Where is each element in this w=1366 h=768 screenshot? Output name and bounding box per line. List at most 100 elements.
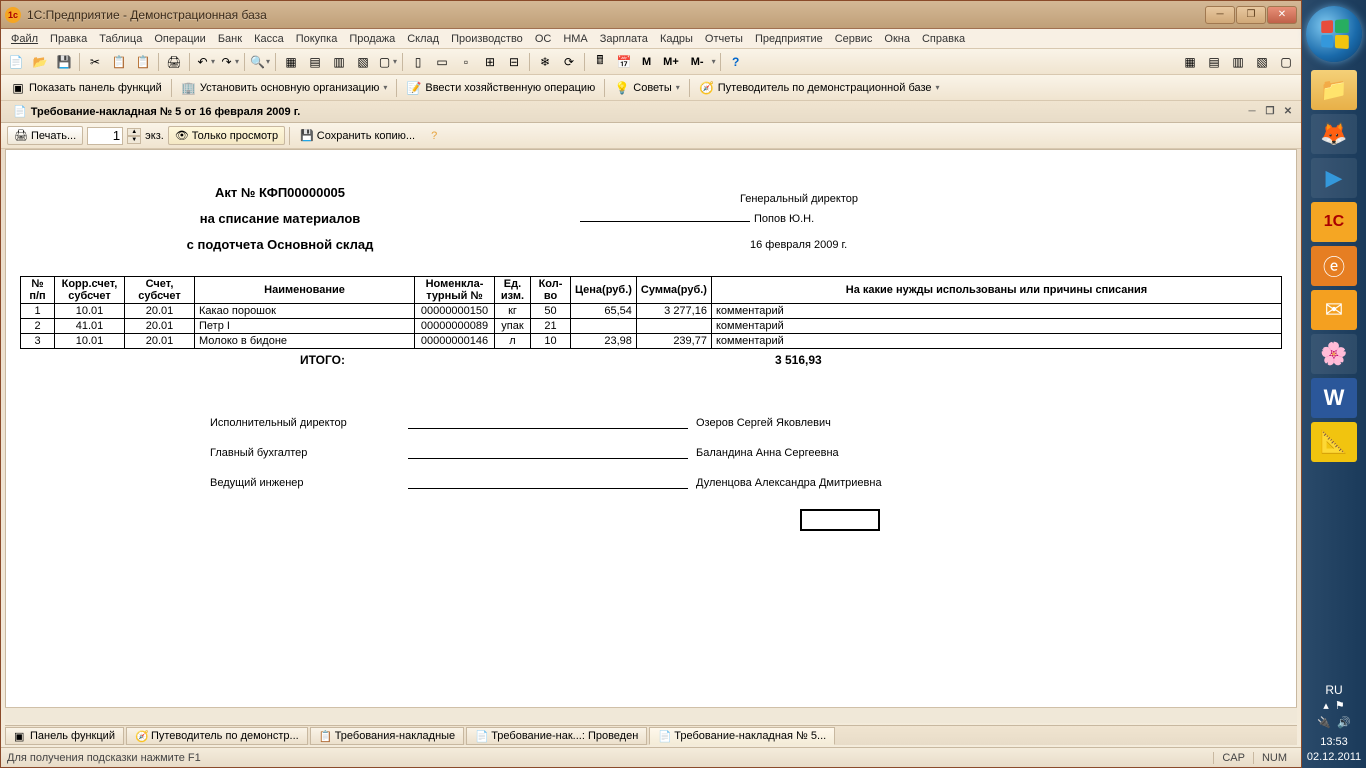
menu-sale[interactable]: Продажа — [343, 31, 401, 47]
doc-minimize-button[interactable]: ─ — [1243, 104, 1261, 120]
tips-button[interactable]: 💡Советы▾ — [609, 77, 685, 99]
wintab-label-2: Требования-накладные — [335, 730, 456, 742]
tb-right-5[interactable]: ▢ — [1275, 51, 1297, 73]
memory-mminus[interactable]: M- — [686, 53, 709, 71]
tray-volume-icon[interactable]: 🔊 — [1337, 716, 1351, 729]
tb-btn-9[interactable]: ⊞ — [479, 51, 501, 73]
col-name: Наименование — [195, 277, 415, 304]
menu-help[interactable]: Справка — [916, 31, 971, 47]
enter-op-button[interactable]: 📝Ввести хозяйственную операцию — [401, 77, 600, 99]
help-round-button[interactable]: ? — [425, 128, 443, 144]
task-word[interactable]: W — [1311, 378, 1357, 418]
tb-btn-12[interactable]: ⟳ — [558, 51, 580, 73]
maximize-button[interactable]: ❐ — [1236, 6, 1266, 24]
open-button[interactable]: 📂 — [29, 51, 51, 73]
doc-restore-button[interactable]: ❐ — [1261, 104, 1279, 120]
task-explorer[interactable]: 📁 — [1311, 70, 1357, 110]
tb-btn-10[interactable]: ⊟ — [503, 51, 525, 73]
tb-btn-11[interactable]: ❄ — [534, 51, 556, 73]
memory-m[interactable]: M — [637, 53, 656, 71]
wintab-panel[interactable]: ▣Панель функций — [5, 727, 124, 745]
copies-input[interactable] — [87, 127, 123, 145]
freeze-icon: ❄ — [537, 54, 553, 70]
menu-os[interactable]: ОС — [529, 31, 558, 47]
menu-table[interactable]: Таблица — [93, 31, 148, 47]
spinner-down[interactable]: ▼ — [127, 136, 141, 144]
redo-button[interactable]: ↷▾ — [218, 51, 240, 73]
horizontal-scrollbar[interactable] — [5, 707, 1297, 723]
document-tab[interactable]: 📄 Требование-накладная № 5 от 16 февраля… — [5, 103, 308, 120]
menu-bank[interactable]: Банк — [212, 31, 248, 47]
print-action-button[interactable]: 🖨Печать... — [7, 126, 83, 145]
spinner-up[interactable]: ▲ — [127, 128, 141, 136]
set-org-button[interactable]: 🏢Установить основную организацию▾ — [176, 77, 393, 99]
task-icq[interactable]: 🌸 — [1311, 334, 1357, 374]
menu-file[interactable]: Файл — [5, 31, 44, 47]
tb-right-4[interactable]: ▧ — [1251, 51, 1273, 73]
tb-right-3[interactable]: ▥ — [1227, 51, 1249, 73]
print-button[interactable]: 🖨 — [163, 51, 185, 73]
tb-btn-7[interactable]: ▭ — [431, 51, 453, 73]
save-copy-button[interactable]: 💾Сохранить копию... — [294, 127, 421, 144]
copy-button[interactable]: 📋 — [108, 51, 130, 73]
document-area[interactable]: Акт № КФП00000005 на списание материалов… — [5, 149, 1297, 723]
task-1c[interactable]: 1C — [1311, 202, 1357, 242]
menu-production[interactable]: Производство — [445, 31, 529, 47]
guide-button[interactable]: 🧭Путеводитель по демонстрационной базе▾ — [694, 77, 945, 99]
menu-reports[interactable]: Отчеты — [699, 31, 749, 47]
tb-btn-2[interactable]: ▤ — [304, 51, 326, 73]
tb-btn-6[interactable]: ▯ — [407, 51, 429, 73]
task-firefox[interactable]: 🦊 — [1311, 114, 1357, 154]
save-button[interactable]: 💾 — [53, 51, 75, 73]
task-outlook[interactable]: ✉ — [1311, 290, 1357, 330]
menu-purchase[interactable]: Покупка — [290, 31, 344, 47]
menu-warehouse[interactable]: Склад — [401, 31, 445, 47]
view-only-button[interactable]: 👁Только просмотр — [168, 126, 285, 145]
menu-salary[interactable]: Зарплата — [594, 31, 654, 47]
menu-staff[interactable]: Кадры — [654, 31, 699, 47]
task-app-orange[interactable]: ⓔ — [1311, 246, 1357, 286]
clock[interactable]: 13:53 02.12.2011 — [1307, 735, 1361, 764]
wintab-doc1[interactable]: 📄Требование-нак...: Проведен — [466, 727, 647, 745]
tray-power-icon[interactable]: 🔌 — [1317, 716, 1331, 729]
scissors-icon: ✂ — [87, 54, 103, 70]
cut-button[interactable]: ✂ — [84, 51, 106, 73]
tb-right-2[interactable]: ▤ — [1203, 51, 1225, 73]
menu-nma[interactable]: НМА — [557, 31, 593, 47]
tray-up-icon[interactable]: ▴ — [1323, 699, 1329, 712]
minimize-button[interactable]: ─ — [1205, 6, 1235, 24]
wintab-doc2-active[interactable]: 📄Требование-накладная № 5... — [649, 727, 835, 745]
tb-btn-3[interactable]: ▥ — [328, 51, 350, 73]
window-tabs: ▣Панель функций 🧭Путеводитель по демонст… — [5, 725, 1297, 745]
menu-service[interactable]: Сервис — [829, 31, 879, 47]
tb-btn-1[interactable]: ▦ — [280, 51, 302, 73]
wintab-list[interactable]: 📋Требования-накладные — [310, 727, 465, 745]
menu-cash[interactable]: Касса — [248, 31, 290, 47]
tb-btn-8[interactable]: ▫ — [455, 51, 477, 73]
show-panel-button[interactable]: ▣Показать панель функций — [5, 77, 167, 99]
language-indicator[interactable]: RU — [1325, 683, 1342, 697]
start-button[interactable] — [1306, 6, 1362, 62]
help-button[interactable]: ? — [725, 51, 747, 73]
paste-button[interactable]: 📋 — [132, 51, 154, 73]
memory-mplus[interactable]: M+ — [658, 53, 684, 71]
find-button[interactable]: 🔍▾ — [249, 51, 271, 73]
menu-edit[interactable]: Правка — [44, 31, 93, 47]
tb-right-1[interactable]: ▦ — [1179, 51, 1201, 73]
tb-btn-14[interactable]: 📅 — [613, 51, 635, 73]
menu-operations[interactable]: Операции — [148, 31, 211, 47]
copies-spinner[interactable]: ▲▼ — [127, 128, 141, 144]
tb-btn-4[interactable]: ▧ — [352, 51, 374, 73]
task-mediaplayer[interactable]: ▶ — [1311, 158, 1357, 198]
wintab-guide[interactable]: 🧭Путеводитель по демонстр... — [126, 727, 308, 745]
doc-close-button[interactable]: ✕ — [1279, 104, 1297, 120]
menu-enterprise[interactable]: Предприятие — [749, 31, 829, 47]
tb-btn-13[interactable]: 🖩 — [589, 51, 611, 73]
close-button[interactable]: ✕ — [1267, 6, 1297, 24]
new-button[interactable]: 📄 — [5, 51, 27, 73]
tray-flag-icon[interactable]: ⚑ — [1335, 699, 1345, 712]
undo-button[interactable]: ↶▾ — [194, 51, 216, 73]
task-compass[interactable]: 📐 — [1311, 422, 1357, 462]
menu-windows[interactable]: Окна — [878, 31, 916, 47]
tb-btn-5[interactable]: ▢▾ — [376, 51, 398, 73]
